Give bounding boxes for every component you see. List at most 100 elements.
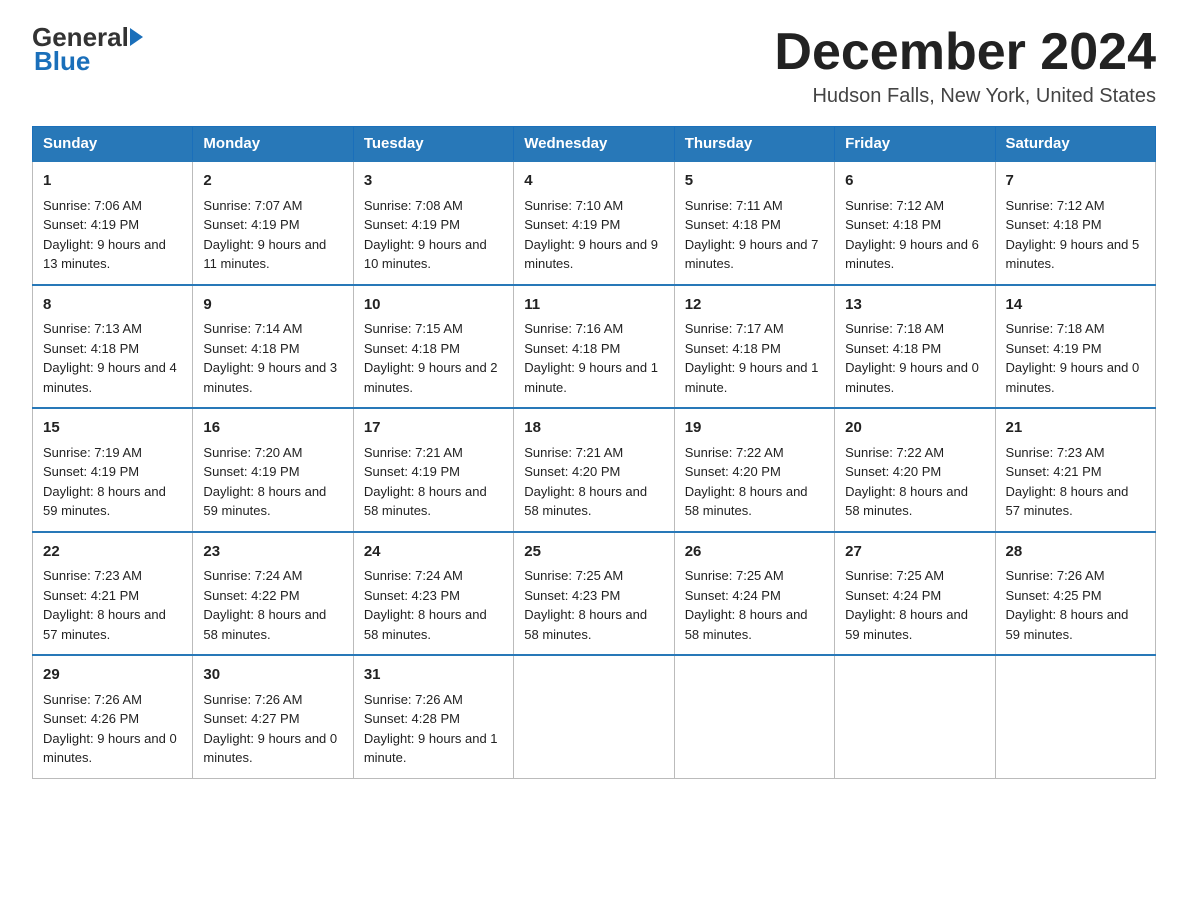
calendar-day-cell: 24 Sunrise: 7:24 AMSunset: 4:23 PMDaylig… (353, 532, 513, 656)
day-number: 30 (203, 664, 342, 687)
logo: General Blue (32, 24, 143, 74)
day-info: Sunrise: 7:21 AMSunset: 4:20 PMDaylight:… (524, 445, 647, 519)
day-number: 21 (1006, 417, 1145, 440)
day-info: Sunrise: 7:16 AMSunset: 4:18 PMDaylight:… (524, 321, 658, 395)
day-number: 25 (524, 541, 663, 564)
day-info: Sunrise: 7:24 AMSunset: 4:22 PMDaylight:… (203, 568, 326, 642)
day-number: 11 (524, 294, 663, 317)
calendar-day-cell: 2 Sunrise: 7:07 AMSunset: 4:19 PMDayligh… (193, 161, 353, 285)
day-number: 16 (203, 417, 342, 440)
day-info: Sunrise: 7:26 AMSunset: 4:25 PMDaylight:… (1006, 568, 1129, 642)
calendar-day-cell: 29 Sunrise: 7:26 AMSunset: 4:26 PMDaylig… (33, 655, 193, 778)
calendar-day-cell: 5 Sunrise: 7:11 AMSunset: 4:18 PMDayligh… (674, 161, 834, 285)
calendar-day-cell: 6 Sunrise: 7:12 AMSunset: 4:18 PMDayligh… (835, 161, 995, 285)
day-of-week-header: Sunday (33, 127, 193, 162)
calendar-day-cell: 25 Sunrise: 7:25 AMSunset: 4:23 PMDaylig… (514, 532, 674, 656)
day-number: 15 (43, 417, 182, 440)
day-info: Sunrise: 7:23 AMSunset: 4:21 PMDaylight:… (43, 568, 166, 642)
day-number: 1 (43, 170, 182, 193)
day-of-week-header: Thursday (674, 127, 834, 162)
calendar-header-row: SundayMondayTuesdayWednesdayThursdayFrid… (33, 127, 1156, 162)
calendar-week-row: 22 Sunrise: 7:23 AMSunset: 4:21 PMDaylig… (33, 532, 1156, 656)
day-info: Sunrise: 7:25 AMSunset: 4:24 PMDaylight:… (685, 568, 808, 642)
day-number: 5 (685, 170, 824, 193)
calendar-day-cell: 7 Sunrise: 7:12 AMSunset: 4:18 PMDayligh… (995, 161, 1155, 285)
day-number: 2 (203, 170, 342, 193)
calendar-day-cell: 21 Sunrise: 7:23 AMSunset: 4:21 PMDaylig… (995, 408, 1155, 532)
calendar-day-cell: 22 Sunrise: 7:23 AMSunset: 4:21 PMDaylig… (33, 532, 193, 656)
day-number: 3 (364, 170, 503, 193)
day-number: 8 (43, 294, 182, 317)
calendar-day-cell: 20 Sunrise: 7:22 AMSunset: 4:20 PMDaylig… (835, 408, 995, 532)
calendar-day-cell: 23 Sunrise: 7:24 AMSunset: 4:22 PMDaylig… (193, 532, 353, 656)
calendar-day-cell (835, 655, 995, 778)
day-number: 4 (524, 170, 663, 193)
day-number: 18 (524, 417, 663, 440)
day-of-week-header: Monday (193, 127, 353, 162)
day-info: Sunrise: 7:21 AMSunset: 4:19 PMDaylight:… (364, 445, 487, 519)
day-info: Sunrise: 7:17 AMSunset: 4:18 PMDaylight:… (685, 321, 819, 395)
day-number: 17 (364, 417, 503, 440)
day-info: Sunrise: 7:06 AMSunset: 4:19 PMDaylight:… (43, 198, 166, 272)
calendar-day-cell: 13 Sunrise: 7:18 AMSunset: 4:18 PMDaylig… (835, 285, 995, 409)
day-number: 26 (685, 541, 824, 564)
calendar-day-cell (514, 655, 674, 778)
day-of-week-header: Tuesday (353, 127, 513, 162)
day-of-week-header: Friday (835, 127, 995, 162)
day-number: 14 (1006, 294, 1145, 317)
calendar-day-cell (674, 655, 834, 778)
day-info: Sunrise: 7:18 AMSunset: 4:18 PMDaylight:… (845, 321, 979, 395)
calendar-day-cell: 1 Sunrise: 7:06 AMSunset: 4:19 PMDayligh… (33, 161, 193, 285)
calendar-day-cell: 10 Sunrise: 7:15 AMSunset: 4:18 PMDaylig… (353, 285, 513, 409)
calendar-day-cell: 28 Sunrise: 7:26 AMSunset: 4:25 PMDaylig… (995, 532, 1155, 656)
day-number: 12 (685, 294, 824, 317)
day-info: Sunrise: 7:11 AMSunset: 4:18 PMDaylight:… (685, 198, 819, 272)
calendar-week-row: 8 Sunrise: 7:13 AMSunset: 4:18 PMDayligh… (33, 285, 1156, 409)
calendar-day-cell: 3 Sunrise: 7:08 AMSunset: 4:19 PMDayligh… (353, 161, 513, 285)
calendar-day-cell: 16 Sunrise: 7:20 AMSunset: 4:19 PMDaylig… (193, 408, 353, 532)
calendar-day-cell: 15 Sunrise: 7:19 AMSunset: 4:19 PMDaylig… (33, 408, 193, 532)
calendar-week-row: 1 Sunrise: 7:06 AMSunset: 4:19 PMDayligh… (33, 161, 1156, 285)
day-info: Sunrise: 7:24 AMSunset: 4:23 PMDaylight:… (364, 568, 487, 642)
day-info: Sunrise: 7:18 AMSunset: 4:19 PMDaylight:… (1006, 321, 1140, 395)
day-info: Sunrise: 7:12 AMSunset: 4:18 PMDaylight:… (845, 198, 979, 272)
day-of-week-header: Saturday (995, 127, 1155, 162)
calendar-day-cell: 9 Sunrise: 7:14 AMSunset: 4:18 PMDayligh… (193, 285, 353, 409)
logo-blue-text: Blue (32, 48, 90, 74)
day-number: 19 (685, 417, 824, 440)
day-number: 23 (203, 541, 342, 564)
day-number: 27 (845, 541, 984, 564)
day-number: 31 (364, 664, 503, 687)
day-info: Sunrise: 7:25 AMSunset: 4:23 PMDaylight:… (524, 568, 647, 642)
calendar-day-cell: 12 Sunrise: 7:17 AMSunset: 4:18 PMDaylig… (674, 285, 834, 409)
month-title: December 2024 (774, 24, 1156, 81)
day-number: 13 (845, 294, 984, 317)
day-info: Sunrise: 7:08 AMSunset: 4:19 PMDaylight:… (364, 198, 487, 272)
calendar-day-cell: 30 Sunrise: 7:26 AMSunset: 4:27 PMDaylig… (193, 655, 353, 778)
day-number: 9 (203, 294, 342, 317)
day-info: Sunrise: 7:25 AMSunset: 4:24 PMDaylight:… (845, 568, 968, 642)
day-number: 6 (845, 170, 984, 193)
calendar-day-cell: 26 Sunrise: 7:25 AMSunset: 4:24 PMDaylig… (674, 532, 834, 656)
day-number: 24 (364, 541, 503, 564)
calendar-day-cell: 14 Sunrise: 7:18 AMSunset: 4:19 PMDaylig… (995, 285, 1155, 409)
day-number: 28 (1006, 541, 1145, 564)
day-number: 20 (845, 417, 984, 440)
calendar-week-row: 15 Sunrise: 7:19 AMSunset: 4:19 PMDaylig… (33, 408, 1156, 532)
page-header: General Blue December 2024 Hudson Falls,… (32, 24, 1156, 108)
title-section: December 2024 Hudson Falls, New York, Un… (774, 24, 1156, 108)
day-info: Sunrise: 7:26 AMSunset: 4:26 PMDaylight:… (43, 692, 177, 766)
calendar-table: SundayMondayTuesdayWednesdayThursdayFrid… (32, 126, 1156, 779)
location-title: Hudson Falls, New York, United States (774, 85, 1156, 108)
day-number: 29 (43, 664, 182, 687)
calendar-day-cell: 11 Sunrise: 7:16 AMSunset: 4:18 PMDaylig… (514, 285, 674, 409)
calendar-day-cell: 8 Sunrise: 7:13 AMSunset: 4:18 PMDayligh… (33, 285, 193, 409)
day-of-week-header: Wednesday (514, 127, 674, 162)
day-number: 10 (364, 294, 503, 317)
day-info: Sunrise: 7:10 AMSunset: 4:19 PMDaylight:… (524, 198, 658, 272)
day-info: Sunrise: 7:13 AMSunset: 4:18 PMDaylight:… (43, 321, 177, 395)
calendar-day-cell (995, 655, 1155, 778)
day-info: Sunrise: 7:20 AMSunset: 4:19 PMDaylight:… (203, 445, 326, 519)
day-number: 22 (43, 541, 182, 564)
day-info: Sunrise: 7:15 AMSunset: 4:18 PMDaylight:… (364, 321, 498, 395)
